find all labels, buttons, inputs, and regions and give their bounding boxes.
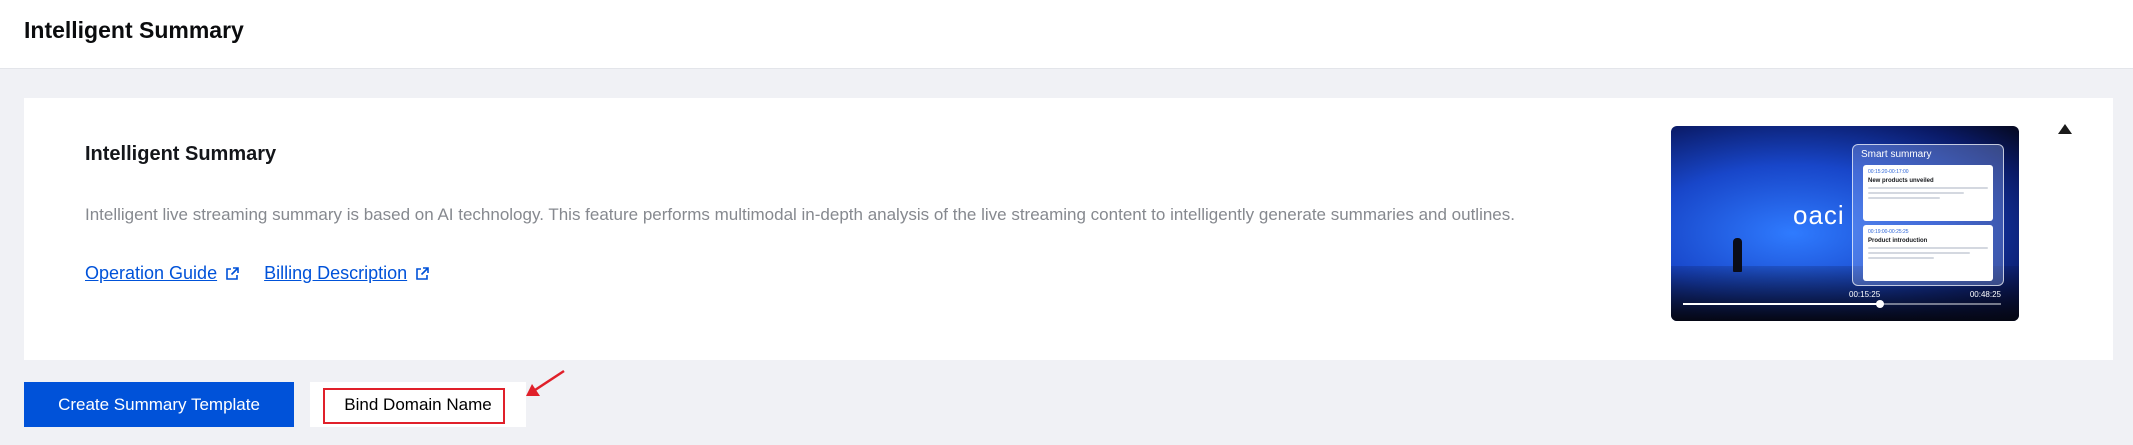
smart-summary-panel: Smart summary 00:15:20-00:17:00 New prod…	[1852, 144, 2004, 286]
page-header: Intelligent Summary	[0, 0, 2133, 69]
text-line	[1868, 197, 1940, 199]
text-line	[1868, 257, 1934, 259]
summary-item-time: 00:19:00-00:25:25	[1868, 229, 1909, 235]
total-time: 00:48:25	[1969, 290, 2001, 299]
video-progress-bar	[1683, 300, 2001, 308]
summary-item-heading: New products unveiled	[1868, 178, 1934, 184]
page-title: Intelligent Summary	[24, 17, 244, 43]
summary-item-heading: Product introduction	[1868, 238, 1928, 244]
card-description: Intelligent live streaming summary is ba…	[85, 205, 1515, 224]
feature-card: Intelligent Summary Intelligent live str…	[24, 98, 2113, 360]
doc-links: Operation Guide Billing Description	[85, 263, 429, 284]
bind-domain-name-button[interactable]: Bind Domain Name	[310, 382, 526, 427]
card-title: Intelligent Summary	[85, 143, 277, 165]
text-line	[1868, 187, 1988, 189]
operation-guide-link[interactable]: Operation Guide	[85, 263, 239, 284]
collapse-triangle-icon[interactable]	[2058, 124, 2072, 134]
billing-description-label: Billing Description	[264, 263, 408, 283]
summary-item: 00:15:20-00:17:00 New products unveiled	[1863, 165, 1993, 221]
feature-preview-image: oaci Smart summary 00:15:20-00:17:00 New…	[1671, 126, 2019, 321]
summary-item-time: 00:15:20-00:17:00	[1868, 169, 1909, 175]
operation-guide-label: Operation Guide	[85, 263, 218, 283]
text-line	[1868, 252, 1970, 254]
text-line	[1868, 247, 1988, 249]
billing-description-link[interactable]: Billing Description	[264, 263, 429, 284]
red-arrow-icon	[526, 369, 565, 396]
stage-brand-text: oaci	[1793, 200, 1845, 230]
video-progress-fill	[1683, 303, 1881, 305]
text-line	[1868, 192, 1964, 194]
external-link-icon	[226, 266, 239, 280]
external-link-icon	[416, 266, 429, 280]
speaker-figure	[1733, 238, 1742, 272]
current-time: 00:15:25	[1849, 290, 1881, 299]
summary-item: 00:19:00-00:25:25 Product introduction	[1863, 225, 1993, 281]
smart-summary-title: Smart summary	[1861, 149, 1932, 160]
create-summary-template-button[interactable]: Create Summary Template	[24, 382, 294, 427]
